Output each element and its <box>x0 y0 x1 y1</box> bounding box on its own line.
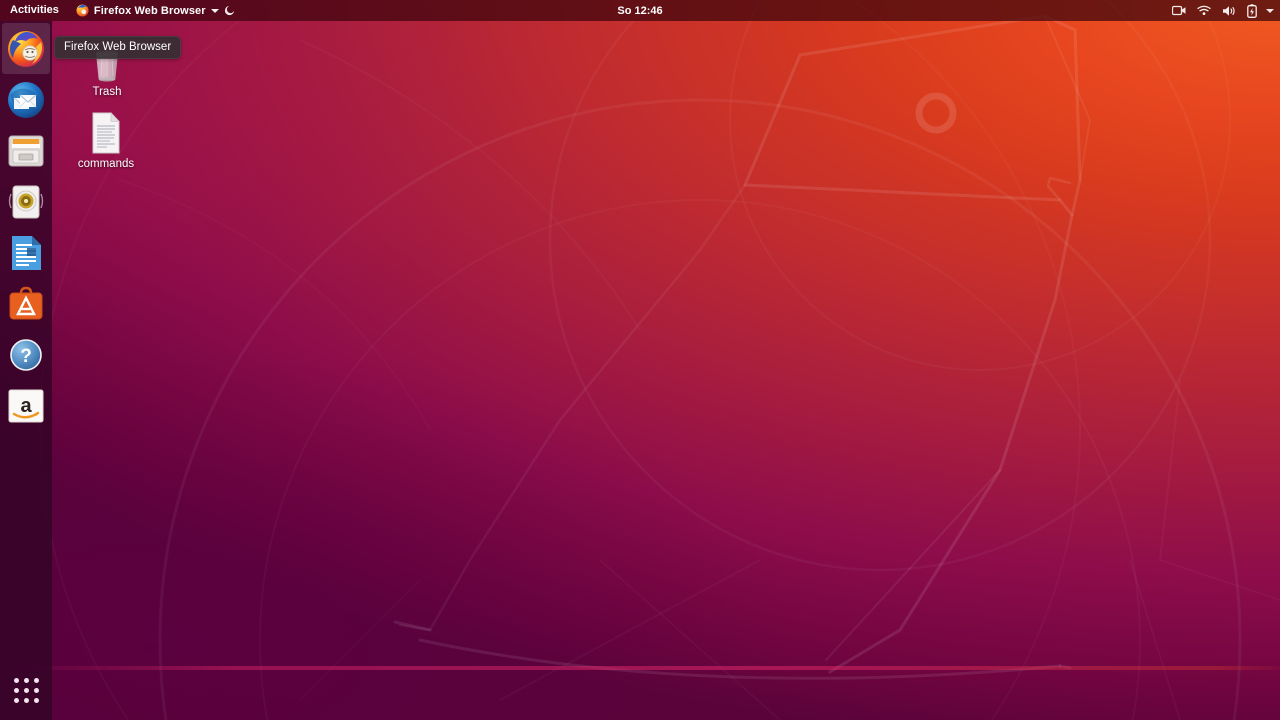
dock-item-amazon[interactable]: a <box>2 380 50 431</box>
screencast-recording-icon[interactable] <box>1172 5 1186 16</box>
dock-item-firefox-web-browser[interactable] <box>2 23 50 74</box>
dock-item-thunderbird-mail[interactable] <box>2 74 50 125</box>
tooltip: Firefox Web Browser <box>54 36 182 59</box>
firefox-icon <box>8 30 44 67</box>
libreoffice-writer-icon <box>12 235 41 270</box>
battery-charging-icon[interactable] <box>1247 3 1257 18</box>
apps-grid-icon <box>13 677 39 703</box>
svg-text:?: ? <box>20 346 32 367</box>
amazon-icon: a <box>8 389 44 422</box>
system-menu-chevron-icon[interactable] <box>1266 8 1274 13</box>
volume-icon[interactable] <box>1222 5 1236 17</box>
system-status-area[interactable] <box>1172 0 1274 21</box>
clock[interactable]: So 12:46 <box>617 5 662 17</box>
wallpaper-vignette <box>0 0 1280 720</box>
loading-spinner-icon <box>224 5 234 16</box>
show-applications-button[interactable] <box>2 666 50 714</box>
desktop-icon-commands[interactable]: commands <box>66 106 146 171</box>
dock-item-rhythmbox[interactable] <box>2 176 50 227</box>
dock-item-libreoffice-writer[interactable] <box>2 227 50 278</box>
ubuntu-software-icon <box>9 286 43 319</box>
dock: ? a <box>0 21 52 720</box>
activities-button[interactable]: Activities <box>0 0 68 21</box>
rhythmbox-icon <box>8 185 44 218</box>
top-bar: Activities Firefox Web Browser So 12:46 <box>0 0 1280 21</box>
firefox-icon <box>76 4 89 17</box>
desktop-icon-label: commands <box>77 158 135 170</box>
files-icon <box>8 135 44 166</box>
app-menu-button[interactable]: Firefox Web Browser <box>68 0 243 21</box>
text-document-icon <box>66 106 146 154</box>
svg-text:a: a <box>20 395 32 417</box>
dock-items: ? a <box>2 21 50 431</box>
chevron-down-icon <box>210 8 219 13</box>
help-icon: ? <box>10 338 42 371</box>
dock-item-ubuntu-software[interactable] <box>2 278 50 329</box>
ubuntu-desktop: Trash commands ? a Activities Firefox We… <box>0 0 1280 720</box>
dock-item-files-nautilus[interactable] <box>2 125 50 176</box>
app-menu-label: Firefox Web Browser <box>93 4 206 17</box>
desktop-icon-label: Trash <box>92 86 122 98</box>
dock-item-help[interactable]: ? <box>2 329 50 380</box>
wifi-icon[interactable] <box>1197 5 1211 16</box>
thunderbird-icon <box>8 81 44 118</box>
